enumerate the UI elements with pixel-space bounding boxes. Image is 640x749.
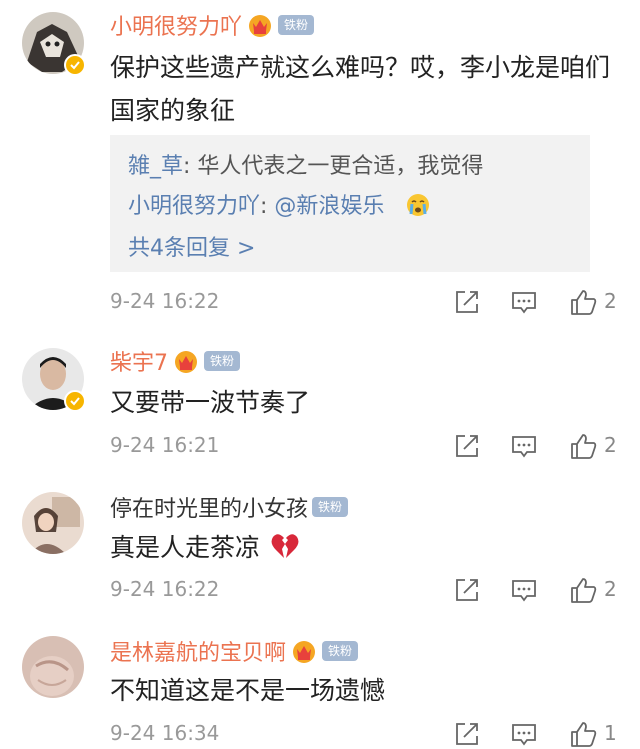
username[interactable]: 是林嘉航的宝贝啊 xyxy=(110,635,286,667)
comment-text-body: 真是人走茶凉 xyxy=(110,533,261,562)
reply-username[interactable]: 小明很努力吖 xyxy=(128,194,260,219)
comment-icon[interactable] xyxy=(509,719,539,749)
mention-link[interactable]: @新浪娱乐 xyxy=(274,194,384,219)
comment-icon[interactable] xyxy=(509,575,539,605)
like-count: 2 xyxy=(604,289,617,313)
comment-text: 真是人走茶凉 xyxy=(110,526,610,569)
reply-separator: : xyxy=(183,154,198,179)
like-icon[interactable] xyxy=(568,287,598,317)
comment-footer: 9-24 16:21 2 xyxy=(110,431,630,461)
crown-badge-icon xyxy=(249,15,272,37)
crown-badge-icon xyxy=(293,641,316,663)
reply-item[interactable]: 雑_草: 华人代表之一更合适，我觉得 xyxy=(128,148,483,180)
share-icon[interactable] xyxy=(452,719,482,749)
broken-heart-icon xyxy=(271,534,299,558)
comment-time: 9-24 16:34 xyxy=(110,721,220,745)
more-replies-link[interactable]: 共4条回复 > xyxy=(128,230,255,262)
avatar[interactable] xyxy=(22,636,84,698)
comment-footer: 9-24 16:22 2 xyxy=(110,575,630,605)
verified-icon xyxy=(64,390,86,412)
avatar[interactable] xyxy=(22,348,86,412)
reply-text: 华人代表之一更合适，我觉得 xyxy=(197,154,484,179)
avatar[interactable] xyxy=(22,12,86,76)
username[interactable]: 停在时光里的小女孩 xyxy=(110,491,308,523)
fan-badge: 铁粉 xyxy=(312,497,349,517)
comment-footer: 9-24 16:22 2 xyxy=(110,287,630,317)
like-count: 2 xyxy=(604,577,617,601)
comment-text: 又要带一波节奏了 xyxy=(110,388,311,417)
comment-time: 9-24 16:22 xyxy=(110,577,220,601)
share-icon[interactable] xyxy=(452,287,482,317)
share-icon[interactable] xyxy=(452,575,482,605)
like-count: 1 xyxy=(604,721,617,745)
fan-badge: 铁粉 xyxy=(322,641,359,661)
comment-icon[interactable] xyxy=(509,287,539,317)
avatar-image xyxy=(22,492,84,554)
reply-box[interactable]: 雑_草: 华人代表之一更合适，我觉得 小明很努力吖: @新浪娱乐 共4条回复 > xyxy=(110,135,590,272)
reply-username[interactable]: 雑_草 xyxy=(128,154,183,179)
comment-text: 保护这些遗产就这么难吗？哎，李小龙是咱们国家的象征 xyxy=(110,53,611,125)
reply-item[interactable]: 小明很努力吖: @新浪娱乐 xyxy=(128,188,431,220)
avatar-image xyxy=(22,636,84,698)
crown-badge-icon xyxy=(175,351,197,373)
avatar[interactable] xyxy=(22,492,84,554)
like-icon[interactable] xyxy=(568,719,598,749)
comment-time: 9-24 16:22 xyxy=(110,289,220,313)
like-icon[interactable] xyxy=(568,431,598,461)
comment-footer: 9-24 16:34 1 xyxy=(110,719,630,749)
comment-time: 9-24 16:21 xyxy=(110,433,220,457)
comment-text: 不知道这是不是一场遗憾 xyxy=(110,676,386,705)
fan-badge: 铁粉 xyxy=(204,351,241,371)
like-icon[interactable] xyxy=(568,575,598,605)
reply-separator: : xyxy=(260,194,275,219)
share-icon[interactable] xyxy=(452,431,482,461)
comment-icon[interactable] xyxy=(509,431,539,461)
verified-icon xyxy=(64,54,86,76)
username[interactable]: 柴宇7 xyxy=(110,345,168,377)
like-count: 2 xyxy=(604,433,617,457)
fan-badge: 铁粉 xyxy=(278,15,315,35)
crying-face-icon xyxy=(407,194,430,216)
username[interactable]: 小明很努力吖 xyxy=(110,9,242,41)
